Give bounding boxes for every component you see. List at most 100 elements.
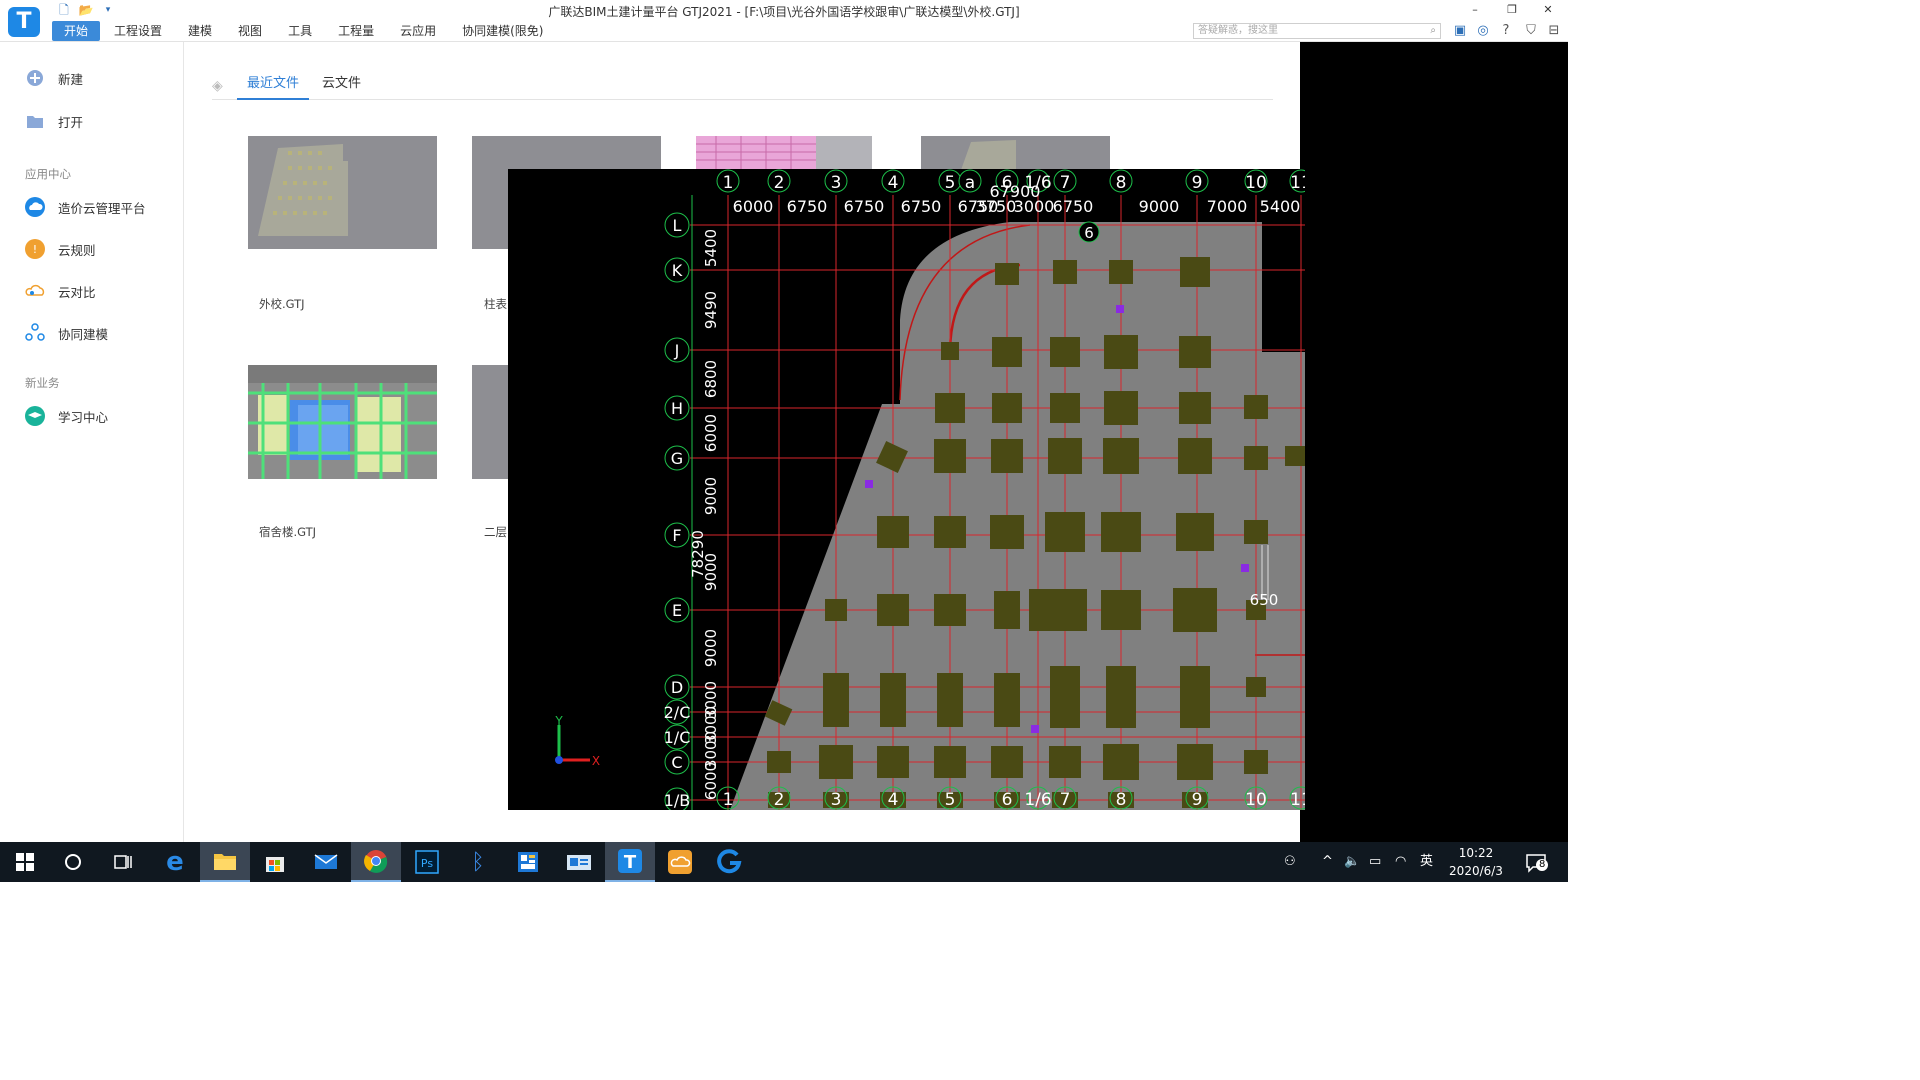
- menu-project-settings[interactable]: 工程设置: [102, 21, 174, 41]
- cortana-search-icon[interactable]: [48, 842, 98, 882]
- ribbon-menu: 开始 工程设置 建模 视图 工具 工程量 云应用 协同建模(限免): [52, 21, 557, 41]
- file-thumbnail[interactable]: [248, 136, 437, 249]
- notification-center-icon[interactable]: 8: [1525, 853, 1549, 873]
- column: [992, 393, 1022, 423]
- axis-label: 5: [945, 790, 956, 810]
- mail-icon[interactable]: [301, 842, 351, 882]
- menu-start[interactable]: 开始: [52, 21, 101, 41]
- dimension-label: 6800: [702, 360, 720, 398]
- cad-plan-preview[interactable]: 12345a61/6789101160006750675067506750375…: [508, 169, 1305, 810]
- gtj-app-icon[interactable]: T: [605, 842, 655, 882]
- axis-label: 9: [1192, 173, 1203, 193]
- new-business-heading: 新业务: [25, 376, 60, 390]
- search-input[interactable]: 答疑解惑，搜这里 ⌕: [1193, 23, 1441, 39]
- bookmark-icon[interactable]: ▣: [1451, 22, 1469, 40]
- column: [941, 342, 959, 360]
- ime-indicator[interactable]: 英: [1420, 853, 1433, 871]
- windows-start-button[interactable]: [0, 842, 50, 882]
- column: [934, 594, 966, 626]
- column: [935, 393, 965, 423]
- minimize-button[interactable]: –: [1465, 2, 1485, 18]
- column: [994, 591, 1020, 629]
- volume-icon[interactable]: 🔈: [1344, 853, 1360, 871]
- search-icon[interactable]: ⌕: [1430, 24, 1436, 38]
- column: [1048, 438, 1082, 474]
- file-explorer-icon[interactable]: [200, 842, 250, 882]
- menu-modeling[interactable]: 建模: [176, 21, 224, 41]
- folder-icon: [24, 110, 46, 132]
- file-name[interactable]: 二层: [484, 524, 507, 540]
- marker: [865, 480, 873, 488]
- dimension-label: 6000: [702, 414, 720, 452]
- app-center-heading: 应用中心: [25, 167, 71, 181]
- sidebar-item-cloud-compare[interactable]: 云对比: [24, 280, 96, 302]
- marker: [1241, 564, 1249, 572]
- menu-collab-modeling[interactable]: 协同建模(限免): [450, 21, 555, 41]
- column: [1049, 746, 1081, 778]
- column: [1177, 744, 1213, 780]
- task-view-icon[interactable]: [98, 842, 148, 882]
- menu-tools[interactable]: 工具: [276, 21, 324, 41]
- cloud-sync-icon[interactable]: [655, 842, 705, 882]
- file-name[interactable]: 外校.GTJ: [259, 296, 305, 312]
- sidebar-item-cloud-rules[interactable]: ! 云规则: [24, 238, 96, 260]
- restore-button[interactable]: ❐: [1502, 2, 1522, 18]
- column: [1050, 337, 1080, 367]
- sidebar-item-open[interactable]: 打开: [24, 110, 83, 132]
- edge-browser-icon[interactable]: e: [150, 842, 200, 882]
- column: [1179, 392, 1211, 424]
- taskbar-app-icon[interactable]: [503, 842, 553, 882]
- menu-quantities[interactable]: 工程量: [326, 21, 386, 41]
- ucs-origin: [555, 756, 563, 764]
- axis-label: 2: [774, 173, 785, 193]
- file-name[interactable]: 宿舍楼.GTJ: [259, 524, 316, 540]
- tab-cloud-files[interactable]: 云文件: [322, 74, 361, 100]
- card-app-icon[interactable]: [554, 842, 604, 882]
- file-name[interactable]: 柱表: [484, 296, 507, 312]
- column: [1103, 438, 1139, 474]
- tab-recent-files[interactable]: 最近文件: [237, 74, 310, 100]
- store-icon[interactable]: [250, 842, 300, 882]
- battery-icon[interactable]: ▭: [1369, 853, 1381, 871]
- axis-label: 1/B: [664, 791, 691, 810]
- sidebar-item-label: 云对比: [58, 284, 96, 300]
- wifi-icon[interactable]: ◠: [1395, 853, 1406, 871]
- help-icon[interactable]: ?: [1497, 22, 1515, 40]
- window-icon[interactable]: ⊟: [1545, 22, 1563, 40]
- start-sidebar: 新建 打开 应用中心 造价云管理平台 ! 云规则 云对比 协同建模 新业务 学习…: [0, 42, 184, 842]
- dimension-label: 9490: [702, 291, 720, 329]
- bluetooth-icon[interactable]: ᛒ: [453, 842, 503, 882]
- layers-icon: ◈: [212, 78, 223, 94]
- column: [994, 673, 1020, 727]
- axis-label: 8: [1116, 173, 1127, 193]
- axis-label: 3: [831, 790, 842, 810]
- sidebar-item-new[interactable]: 新建: [24, 67, 83, 89]
- close-button[interactable]: ✕: [1538, 2, 1558, 18]
- photoshop-icon[interactable]: Ps: [402, 842, 452, 882]
- column: [934, 439, 966, 473]
- file-thumbnail[interactable]: [248, 365, 437, 479]
- tray-expand-icon[interactable]: ^: [1322, 853, 1333, 871]
- people-tray-icon[interactable]: ⚇: [1284, 853, 1296, 871]
- ucs-y-label: Y: [554, 714, 563, 728]
- svg-text:T: T: [624, 852, 637, 873]
- svg-text:Ps: Ps: [421, 857, 433, 870]
- glodon-g-icon[interactable]: [705, 842, 755, 882]
- floor-plan-drawing: 12345a61/6789101160006750675067506750375…: [554, 169, 1305, 810]
- axis-label: 5: [945, 173, 956, 193]
- sidebar-item-learning[interactable]: 学习中心: [24, 405, 108, 427]
- column: [1176, 513, 1214, 551]
- dimension-label: 7000: [1207, 197, 1248, 216]
- sidebar-item-collab[interactable]: 协同建模: [24, 322, 108, 344]
- marker: [1031, 725, 1039, 733]
- column: [1029, 589, 1087, 631]
- clock[interactable]: 10:22 2020/6/3: [1440, 844, 1512, 880]
- headset-icon[interactable]: ◎: [1474, 22, 1492, 40]
- menu-cloud-apps[interactable]: 云应用: [388, 21, 448, 41]
- chrome-icon[interactable]: [351, 842, 401, 882]
- axis-label: 3: [831, 173, 842, 193]
- menu-view[interactable]: 视图: [226, 21, 274, 41]
- sidebar-item-cost-cloud[interactable]: 造价云管理平台: [24, 196, 146, 218]
- column: [1178, 438, 1212, 474]
- shirt-icon[interactable]: ⛉: [1522, 22, 1540, 40]
